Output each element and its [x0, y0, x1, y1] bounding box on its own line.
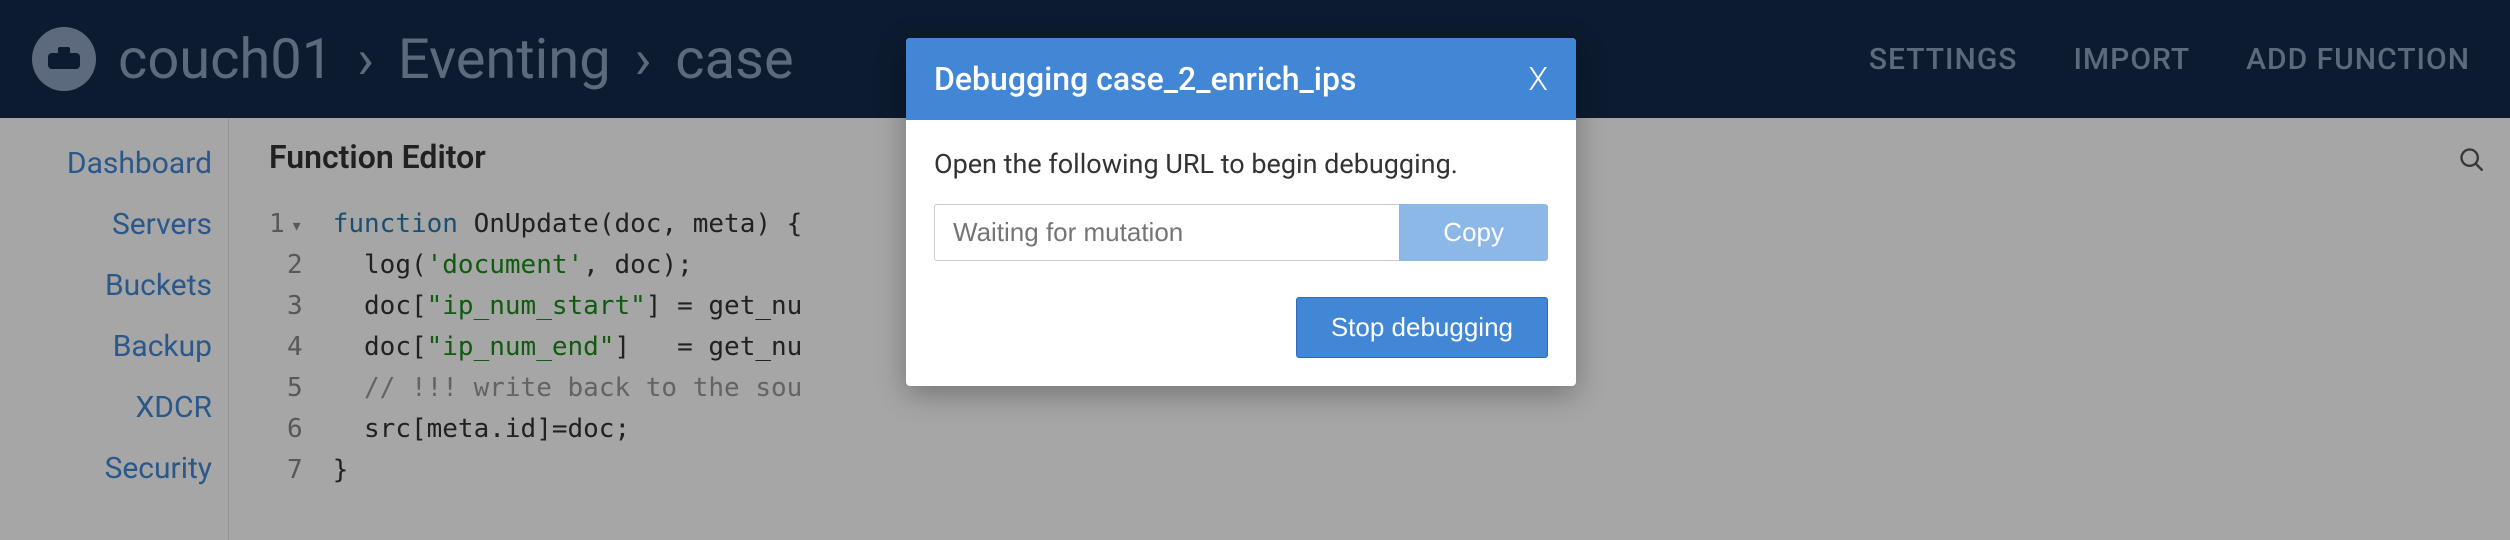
modal-footer: Stop debugging — [934, 297, 1548, 358]
modal-body: Open the following URL to begin debuggin… — [906, 120, 1576, 386]
modal-title: Debugging case_2_enrich_ips — [934, 60, 1356, 98]
close-icon[interactable]: X — [1528, 60, 1548, 98]
debug-modal: Debugging case_2_enrich_ips X Open the f… — [906, 38, 1576, 386]
modal-header: Debugging case_2_enrich_ips X — [906, 38, 1576, 120]
modal-instruction: Open the following URL to begin debuggin… — [934, 148, 1548, 180]
copy-button[interactable]: Copy — [1399, 204, 1548, 261]
stop-debugging-button[interactable]: Stop debugging — [1296, 297, 1548, 358]
url-row: Copy — [934, 204, 1548, 261]
debug-url-input[interactable] — [934, 204, 1399, 261]
